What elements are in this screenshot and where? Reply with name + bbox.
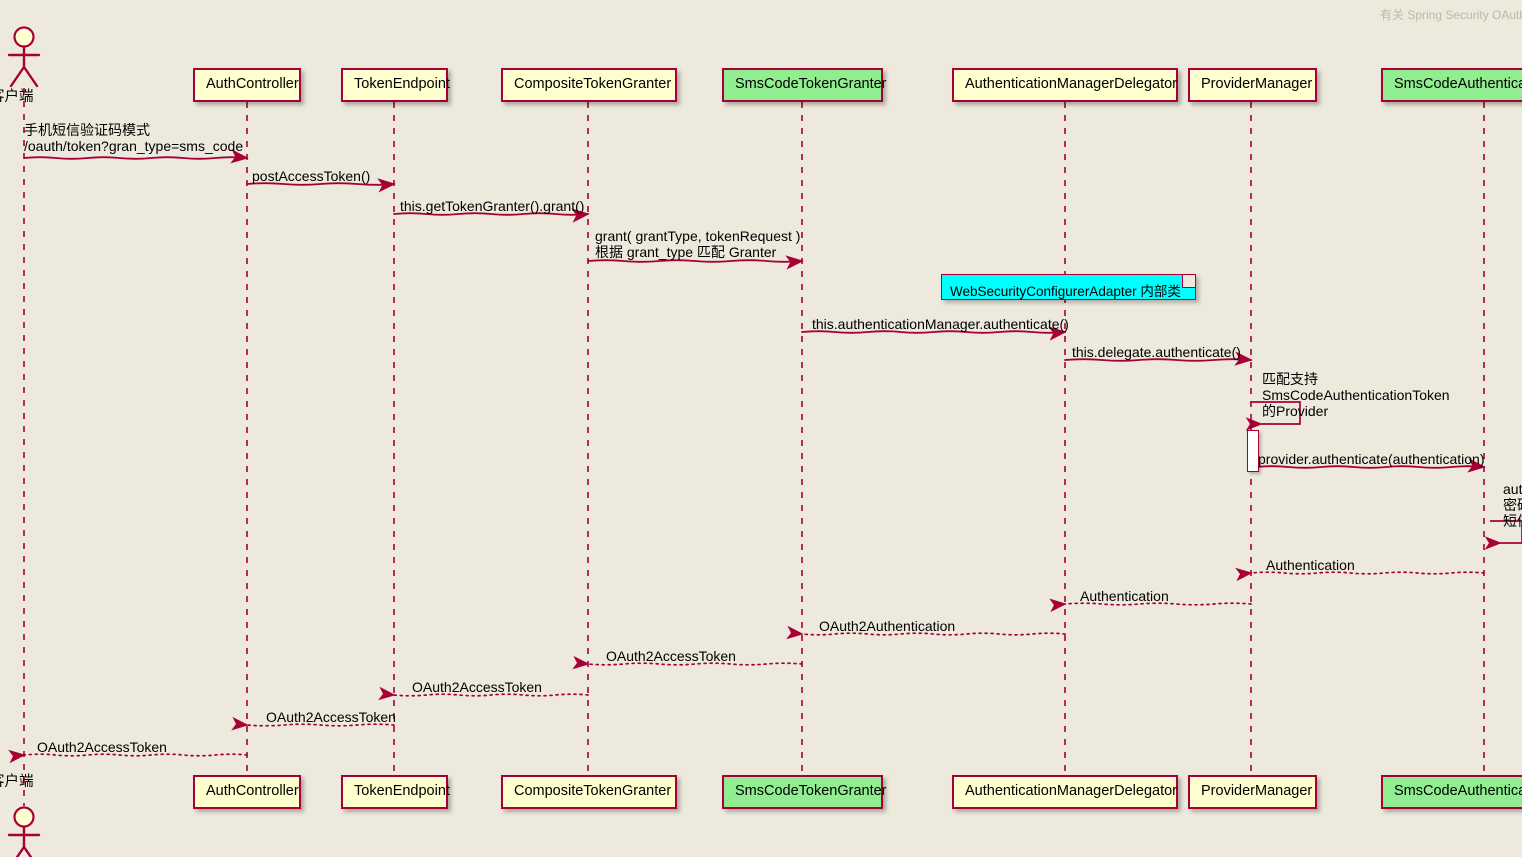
- message-label-line-m2-0: postAccessToken(): [252, 168, 371, 184]
- message-label-line-m7-1: SmsCodeAuthenticationToken: [1262, 387, 1450, 403]
- participant-box-top-4[interactable]: AuthenticationManagerDelegator: [952, 68, 1178, 102]
- message-label-m11: Authentication: [1080, 588, 1169, 604]
- message-label-m16: OAuth2AccessToken: [37, 739, 167, 755]
- message-label-line-m3-0: this.getTokenGranter().grant(): [400, 198, 585, 214]
- participant-box-bottom-5[interactable]: ProviderManager: [1188, 775, 1317, 809]
- message-label-line-m4-1: 根据 grant_type 匹配 Granter: [595, 244, 777, 260]
- message-label-line-m1-1: /oauth/token?gran_type=sms_code: [24, 138, 244, 154]
- message-label-line-m15-0: OAuth2AccessToken: [266, 709, 396, 725]
- message-label-line-m9-2: 短信: [1503, 513, 1522, 529]
- participant-box-bottom-2[interactable]: CompositeTokenGranter: [501, 775, 677, 809]
- message-label-line-m9-0: auth: [1503, 481, 1522, 497]
- message-label-line-m14-0: OAuth2AccessToken: [412, 679, 542, 695]
- message-label-line-m12-0: OAuth2Authentication: [819, 618, 956, 634]
- participant-box-top-0[interactable]: AuthController: [193, 68, 301, 102]
- message-label-m1: 手机短信验证码模式/oauth/token?gran_type=sms_code: [24, 122, 243, 154]
- message-arrow-m1: [23, 149, 249, 164]
- note-text-0: WebSecurityConfigurerAdapter 内部类: [950, 284, 1181, 299]
- sequence-diagram-canvas: 客户端 客户端 有关 Spring Security OAuth2 扌 Auth…: [0, 0, 1522, 857]
- message-label-line-m7-0: 匹配支持: [1262, 371, 1318, 387]
- participant-box-top-1[interactable]: TokenEndpoint: [341, 68, 450, 102]
- actor-label-top: 客户端: [0, 89, 34, 105]
- participant-box-top-6[interactable]: SmsCodeAuthenticati: [1381, 68, 1522, 102]
- message-label-line-m16-0: OAuth2AccessToken: [37, 739, 167, 755]
- message-label-line-m1-0: 手机短信验证码模式: [24, 122, 150, 138]
- message-label-line-m9-1: 密码: [1503, 497, 1522, 513]
- actor-client-bottom: [7, 806, 41, 857]
- message-label-m10: Authentication: [1266, 557, 1355, 573]
- message-label-line-m7-2: 的Provider: [1262, 403, 1329, 419]
- message-label-line-m10-0: Authentication: [1266, 557, 1355, 573]
- message-label-m2: postAccessToken(): [252, 168, 370, 184]
- participant-box-top-5[interactable]: ProviderManager: [1188, 68, 1317, 102]
- message-label-line-m5-0: this.authenticationManager.authenticate(…: [812, 316, 1069, 332]
- message-label-m7: 匹配支持 SmsCodeAuthenticationToken 的Provider: [1262, 371, 1450, 419]
- participant-box-bottom-4[interactable]: AuthenticationManagerDelegator: [952, 775, 1178, 809]
- note-0: WebSecurityConfigurerAdapter 内部类: [941, 274, 1196, 300]
- message-label-m4: grant( grantType, tokenRequest ) 根据 grant…: [595, 228, 800, 260]
- participant-box-bottom-3[interactable]: SmsCodeTokenGranter: [722, 775, 887, 809]
- message-label-m15: OAuth2AccessToken: [266, 709, 396, 725]
- participant-box-bottom-0[interactable]: AuthController: [193, 775, 301, 809]
- participant-box-bottom-6[interactable]: SmsCodeAuthenticati: [1381, 775, 1522, 809]
- participant-box-bottom-1[interactable]: TokenEndpoint: [341, 775, 450, 809]
- participant-box-top-2[interactable]: CompositeTokenGranter: [501, 68, 677, 102]
- message-label-m9: auth密码短信: [1503, 481, 1522, 529]
- message-label-line-m13-0: OAuth2AccessToken: [606, 648, 736, 664]
- message-label-line-m11-0: Authentication: [1080, 588, 1169, 604]
- page-title-watermark: 有关 Spring Security OAuth2 扌: [1380, 8, 1522, 22]
- message-label-line-m4-0: grant( grantType, tokenRequest ): [595, 228, 801, 244]
- message-label-m14: OAuth2AccessToken: [412, 679, 542, 695]
- activation-bar-0: [1247, 430, 1259, 472]
- note-fold-icon-0: [1182, 275, 1195, 288]
- message-label-m8: provider.authenticate(authentication): [1258, 451, 1484, 467]
- message-label-m5: this.authenticationManager.authenticate(…: [812, 316, 1069, 332]
- message-label-line-m8-0: provider.authenticate(authentication): [1258, 451, 1485, 467]
- message-label-m6: this.delegate.authenticate(): [1072, 344, 1241, 360]
- message-label-m13: OAuth2AccessToken: [606, 648, 736, 664]
- message-label-line-m6-0: this.delegate.authenticate(): [1072, 344, 1241, 360]
- actor-client-top: [7, 26, 41, 88]
- participant-box-top-3[interactable]: SmsCodeTokenGranter: [722, 68, 887, 102]
- message-label-m3: this.getTokenGranter().grant(): [400, 198, 584, 214]
- message-arrow-m4: [587, 255, 804, 270]
- actor-label-bottom: 客户端: [0, 774, 34, 790]
- message-label-m12: OAuth2Authentication: [819, 618, 955, 634]
